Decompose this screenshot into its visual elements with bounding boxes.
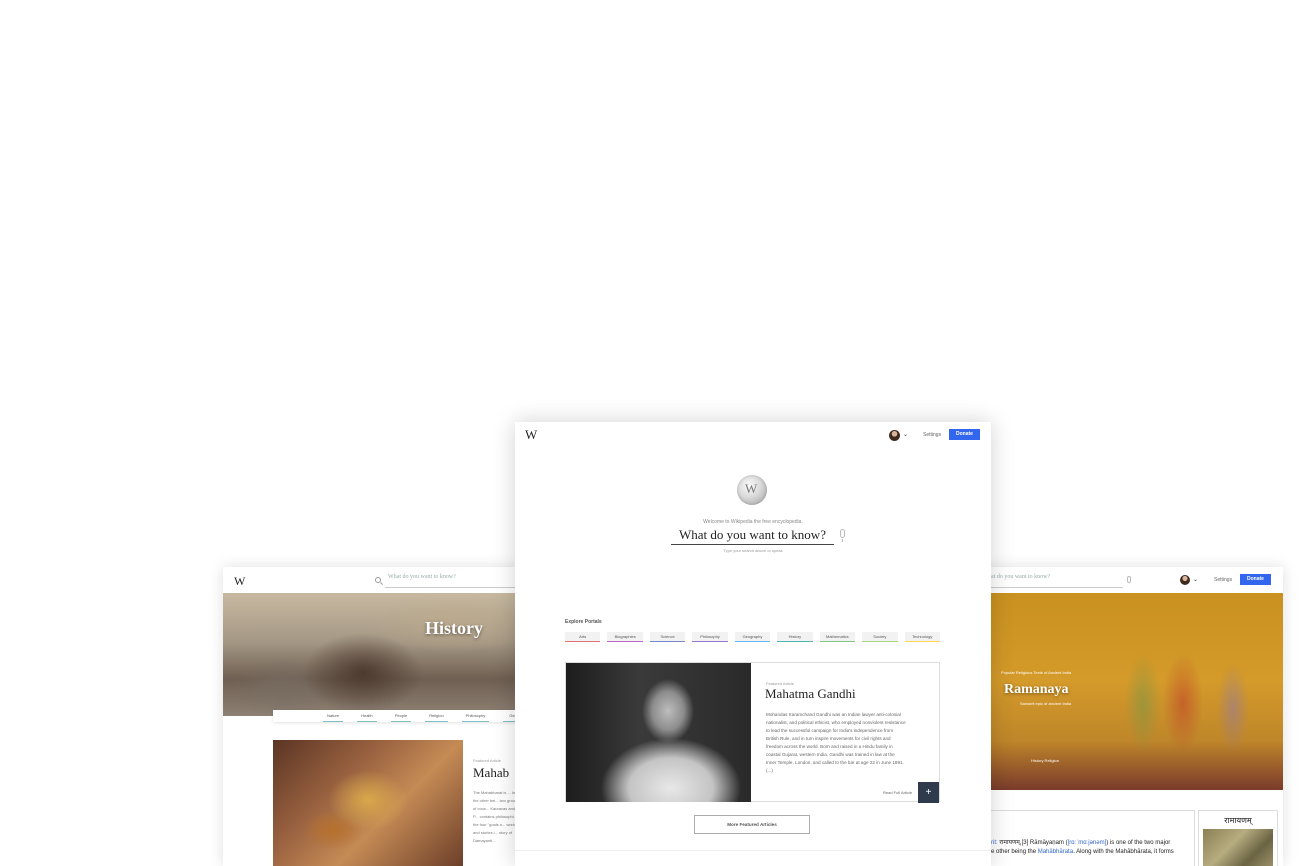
settings-link[interactable]: Settings xyxy=(1214,577,1232,583)
more-featured-articles-button[interactable]: More Featured Articles xyxy=(694,815,810,834)
ramayana-article-window: at do you want to know? ⌄ Settings Donat… xyxy=(983,567,1283,866)
infobox: रामायणम् xyxy=(1198,810,1278,866)
search-input[interactable]: at do you want to know? xyxy=(983,574,1123,588)
featured-article-card: Featured Article Mahatma Gandhi Mohandas… xyxy=(565,662,940,803)
infobox-image[interactable] xyxy=(1203,829,1273,866)
hero-tags: History Religion xyxy=(1031,758,1060,763)
portals-heading: Explore Portals xyxy=(565,619,602,625)
body-line: e other being the Mahābhārata. Along wit… xyxy=(991,849,1174,855)
hero-kicker: Popular Religious Texts of Ancient India xyxy=(1001,670,1072,675)
avatar[interactable] xyxy=(1180,575,1190,585)
infobox-title: रामायणम् xyxy=(1224,816,1252,825)
portal-list: Arts Biographies Science Philosophy Geog… xyxy=(565,632,940,642)
search-input[interactable]: What do you want to know? xyxy=(385,574,523,588)
history-portal-window: W What do you want to know? History Natu… xyxy=(223,567,523,866)
showcase-stage: W What do you want to know? History Natu… xyxy=(0,0,1300,866)
pronunciation-link[interactable]: [rɑːˈmɑːjənəm] xyxy=(1068,840,1107,846)
mahabharata-link[interactable]: Mahābhārata xyxy=(1038,849,1073,855)
hero-image xyxy=(223,593,523,716)
welcome-text: Welcome to Wikipedia the free encycloped… xyxy=(703,519,803,525)
body-line: rit: रामायणम्,[3] Rāmāyaṇam ([rɑːˈmɑːjən… xyxy=(991,840,1171,846)
category-tabs: Nature Health People Religion Philosophy… xyxy=(273,710,523,722)
portal-geography[interactable]: Geography xyxy=(734,632,771,642)
avatar[interactable] xyxy=(889,430,900,441)
portal-mathematics[interactable]: Mathematics xyxy=(819,632,856,642)
wikipedia-logo[interactable]: W xyxy=(234,574,245,589)
portal-biographies[interactable]: Biographies xyxy=(607,632,643,642)
divider xyxy=(515,850,991,851)
portal-philosophy[interactable]: Philosophy xyxy=(692,632,728,642)
microphone-icon[interactable] xyxy=(1127,576,1131,583)
tab-nature[interactable]: Nature xyxy=(323,710,344,722)
body-text: रामायणम्,[3] Rāmāyaṇam xyxy=(999,840,1064,846)
featured-article-image[interactable] xyxy=(566,663,751,802)
tab-people[interactable]: People xyxy=(390,710,412,722)
body-text: ) is one of the two major xyxy=(1106,840,1171,846)
featured-excerpt: Mohandas Karamchand Gandhi was an Indian… xyxy=(766,712,906,773)
featured-label: Featured Article xyxy=(473,758,502,763)
read-full-article-link[interactable]: Read Full Article xyxy=(883,790,912,795)
portal-history[interactable]: History xyxy=(777,632,813,642)
settings-link[interactable]: Settings xyxy=(923,432,941,438)
hero-title: History xyxy=(425,618,483,638)
wikipedia-logo[interactable]: W xyxy=(525,427,537,443)
article-body: rit: रामायणम्,[3] Rāmāyaṇam ([rɑːˈmɑːjən… xyxy=(983,810,1195,866)
microphone-icon[interactable] xyxy=(840,529,845,542)
featured-title[interactable]: Mahab xyxy=(473,765,509,781)
portal-science[interactable]: Science xyxy=(649,632,686,642)
body-text: e other being the xyxy=(991,849,1038,855)
tab-religion[interactable]: Religion xyxy=(425,710,448,722)
hero-subtitle: Sanskrit epic of ancient India xyxy=(1020,701,1072,706)
donate-button[interactable]: Donate xyxy=(949,429,980,440)
hero-title: Ramanaya xyxy=(1004,682,1069,697)
expand-article-button[interactable]: + xyxy=(918,782,939,803)
tab-health[interactable]: Health xyxy=(357,710,377,722)
wikipedia-globe-icon xyxy=(737,475,767,505)
featured-article-image[interactable] xyxy=(273,740,463,866)
search-icon xyxy=(375,577,381,583)
search-hint: Type your search above or speak xyxy=(723,548,783,553)
portal-arts[interactable]: Arts xyxy=(565,632,601,642)
search-input[interactable]: What do you want to know? xyxy=(671,527,834,545)
donate-button[interactable]: Donate xyxy=(1240,574,1271,585)
chevron-down-icon[interactable]: ⌄ xyxy=(1193,576,1198,583)
wikipedia-home-window: W ⌄ Settings Donate Welcome to Wikipedia… xyxy=(515,422,991,866)
body-text: . Along with the Mahābhārata, it forms xyxy=(1073,849,1174,855)
featured-title[interactable]: Mahatma Gandhi xyxy=(765,686,856,702)
portal-technology[interactable]: Technology xyxy=(904,632,940,642)
chevron-down-icon[interactable]: ⌄ xyxy=(903,431,908,438)
portal-society[interactable]: Society xyxy=(862,632,898,642)
tab-philosophy[interactable]: Philosophy xyxy=(461,710,490,722)
